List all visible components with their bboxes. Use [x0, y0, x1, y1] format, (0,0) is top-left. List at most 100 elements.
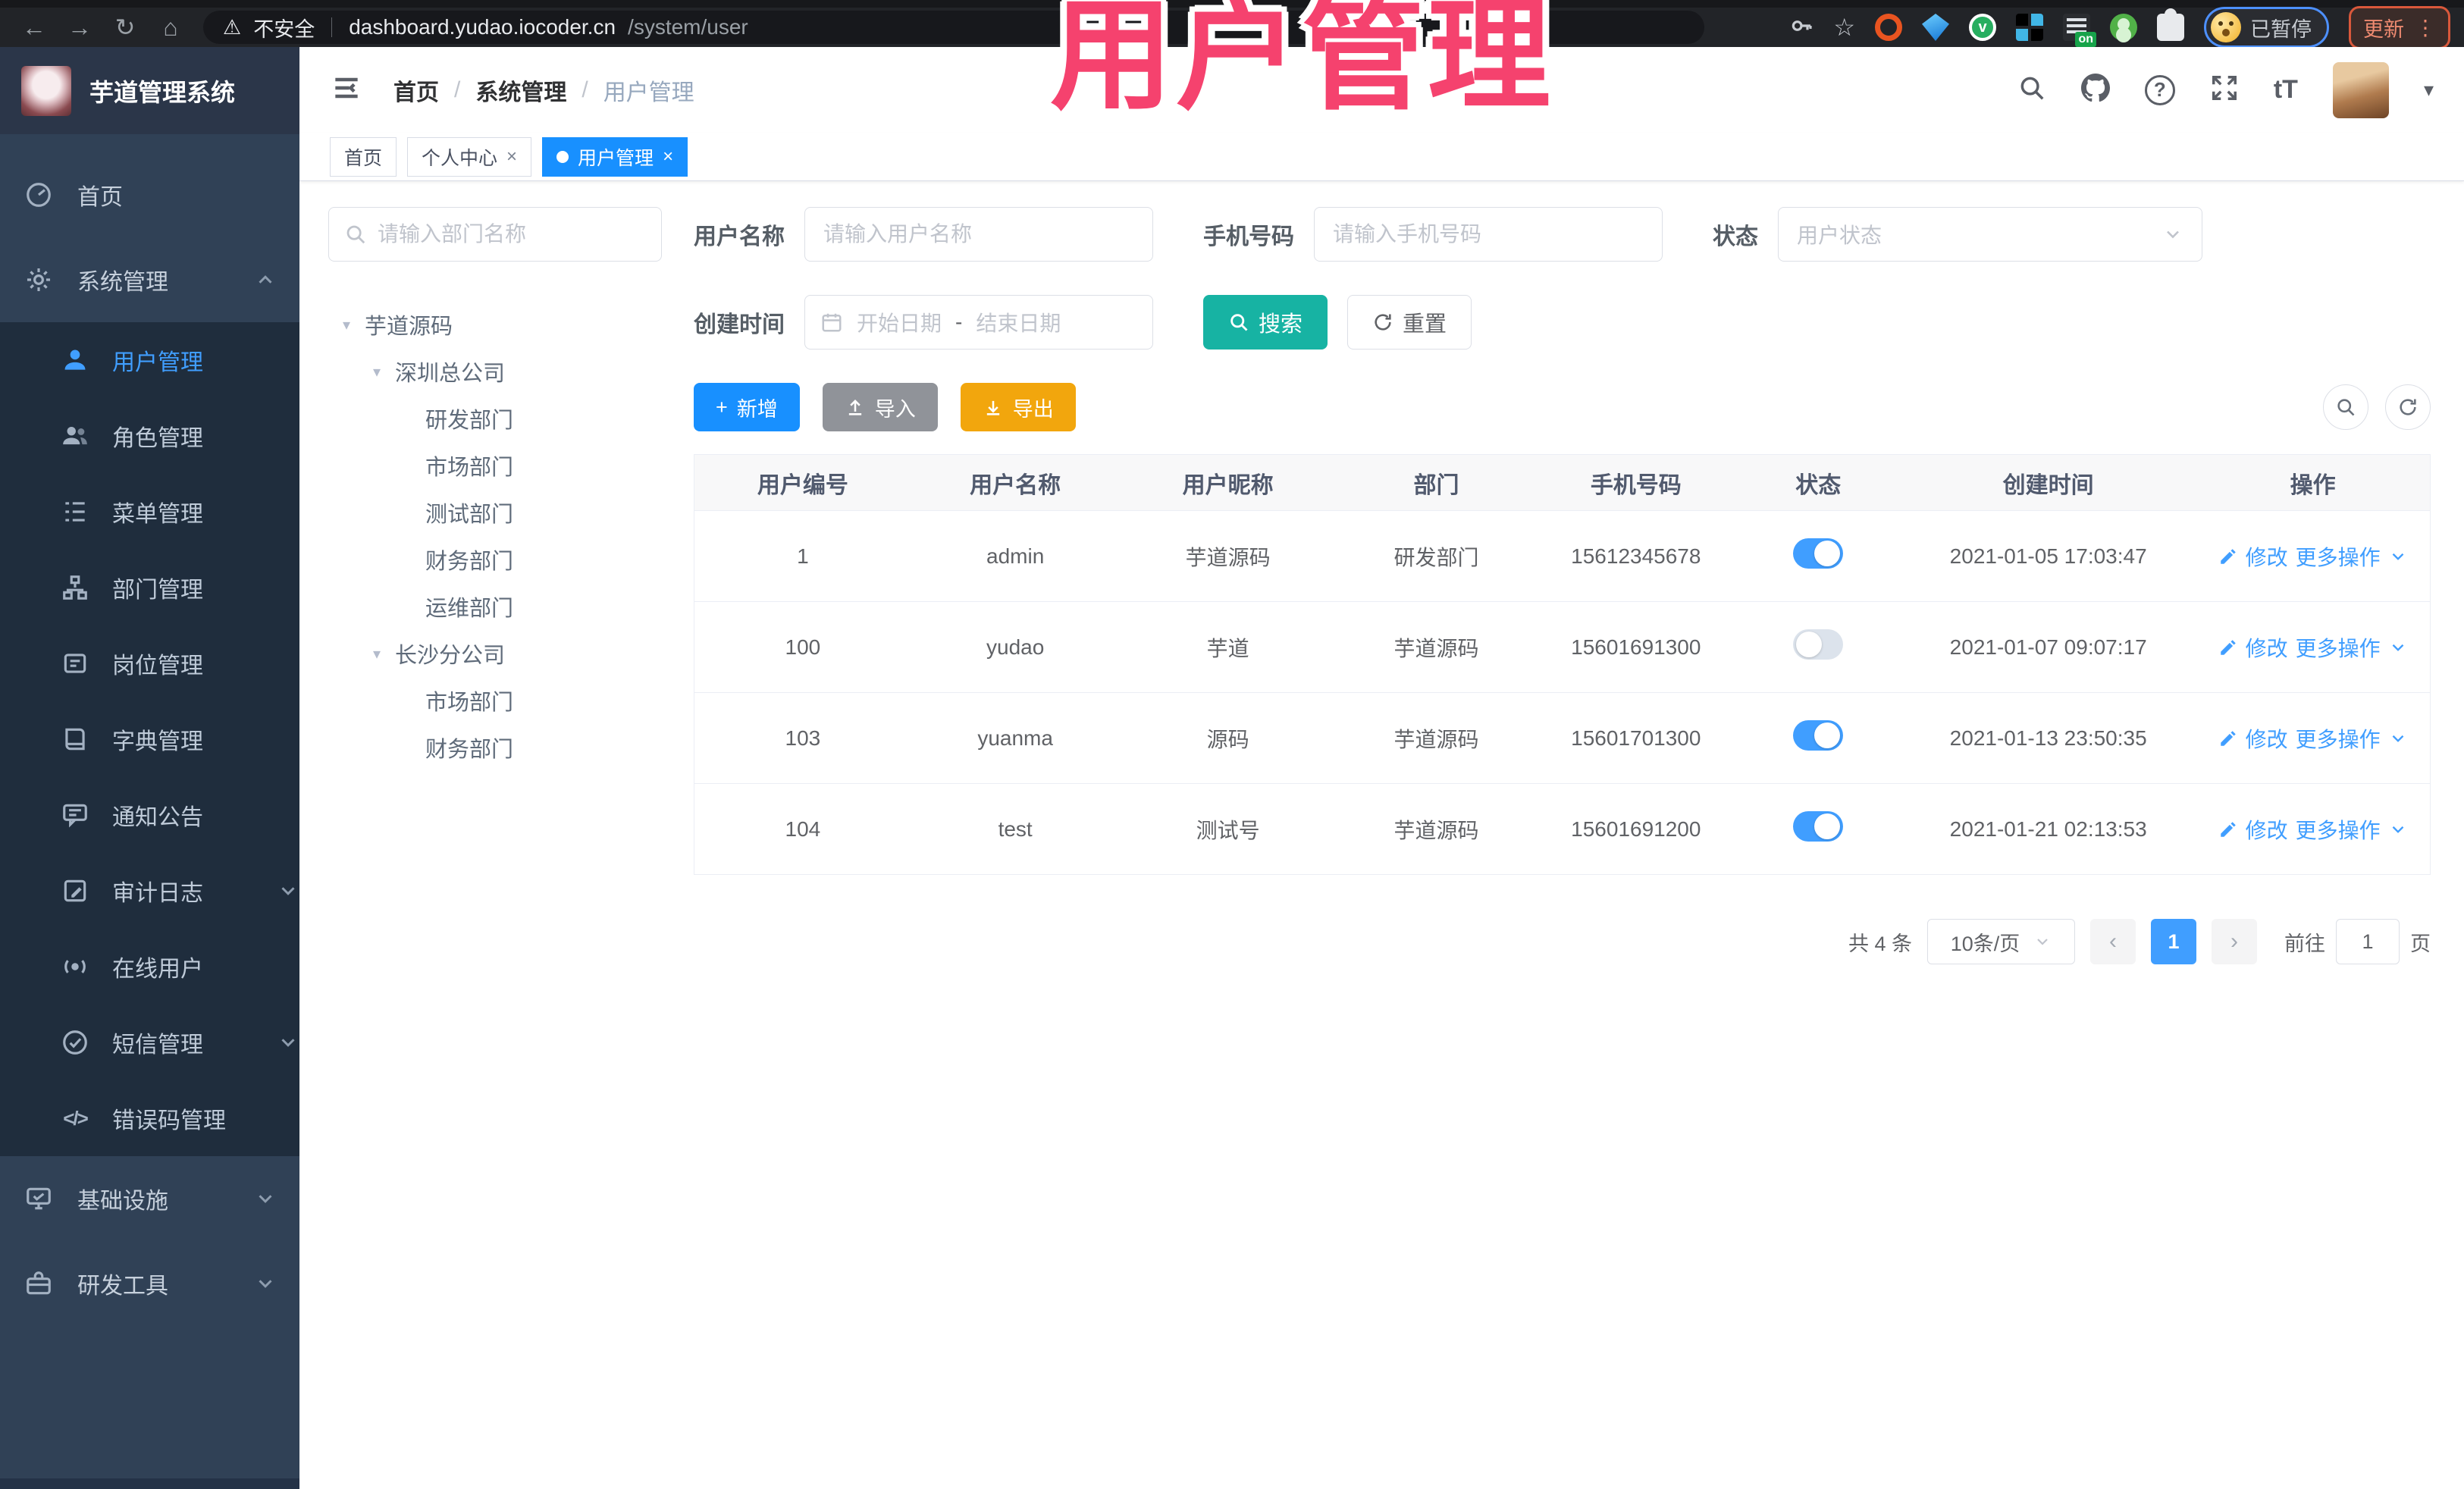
tree-node[interactable]: 财务部门	[328, 536, 662, 583]
sidebar-item-devtools[interactable]: 研发工具	[0, 1241, 299, 1326]
user-icon	[59, 344, 91, 376]
sidebar-item-notice[interactable]: 通知公告	[0, 777, 299, 853]
page-number-button[interactable]: 1	[2151, 919, 2196, 964]
page-unit-label: 页	[2410, 932, 2431, 955]
close-icon[interactable]: ×	[663, 146, 673, 168]
export-button[interactable]: 导出	[960, 383, 1076, 431]
sidebar-item-audit-log[interactable]: 审计日志	[0, 853, 299, 929]
extension-icon-orange[interactable]	[1875, 14, 1902, 41]
tree-expand-icon[interactable]: ▾	[337, 315, 356, 334]
sidebar-item-error-codes[interactable]: </> 错误码管理	[0, 1080, 299, 1156]
sidebar-item-home[interactable]: 首页	[0, 152, 299, 237]
search-button[interactable]: 搜索	[1203, 295, 1328, 350]
user-avatar[interactable]	[2332, 61, 2389, 118]
tree-node[interactable]: 市场部门	[328, 442, 662, 489]
font-size-icon[interactable]: tT	[2274, 75, 2298, 105]
back-icon[interactable]: ←	[14, 8, 55, 47]
tree-node[interactable]: 研发部门	[328, 395, 662, 442]
chevron-down-icon[interactable]	[2388, 729, 2408, 748]
edit-link[interactable]: 修改	[2246, 632, 2288, 663]
tree-node[interactable]: 财务部门	[328, 724, 662, 771]
status-toggle[interactable]	[1793, 538, 1844, 569]
check-circle-icon	[59, 1027, 91, 1058]
sidebar-item-infrastructure[interactable]: 基础设施	[0, 1156, 299, 1241]
hamburger-icon[interactable]	[330, 71, 363, 108]
sidebar-item-roles[interactable]: 角色管理	[0, 398, 299, 474]
tab-home[interactable]: 首页	[330, 136, 397, 177]
sidebar-item-depts[interactable]: 部门管理	[0, 550, 299, 625]
breadcrumb-home[interactable]: 首页	[393, 74, 439, 107]
browser-update-button[interactable]: 更新 ⋮	[2349, 5, 2450, 49]
chevron-down-icon[interactable]	[2388, 820, 2408, 839]
reload-icon[interactable]: ↻	[105, 8, 146, 47]
help-icon[interactable]: ?	[2144, 74, 2175, 105]
extensions-puzzle-icon[interactable]	[2157, 8, 2184, 41]
extension-icon-squares[interactable]	[2016, 14, 2043, 41]
status-toggle[interactable]	[1793, 811, 1844, 842]
more-actions-link[interactable]: 更多操作	[2296, 814, 2381, 845]
extension-icon-green[interactable]: v	[1969, 14, 1996, 41]
tab-profile[interactable]: 个人中心 ×	[407, 136, 532, 177]
sidebar-item-sms[interactable]: 短信管理	[0, 1005, 299, 1080]
app-title: 芋道管理系统	[89, 78, 236, 106]
mobile-input[interactable]	[1314, 207, 1663, 262]
department-search-input[interactable]	[378, 222, 646, 246]
department-search[interactable]	[328, 207, 662, 262]
status-toggle[interactable]	[1793, 720, 1844, 751]
export-button-label: 导出	[1012, 397, 1054, 421]
status-select[interactable]: 用户状态	[1778, 207, 2202, 262]
tree-node[interactable]: 测试部门	[328, 489, 662, 536]
breadcrumb-system[interactable]: 系统管理	[475, 74, 566, 107]
reset-button[interactable]: 重置	[1347, 295, 1472, 350]
edit-link[interactable]: 修改	[2246, 723, 2288, 754]
more-actions-link[interactable]: 更多操作	[2296, 541, 2381, 572]
tree-node[interactable]: 市场部门	[328, 677, 662, 724]
search-icon[interactable]	[2017, 74, 2046, 106]
close-icon[interactable]: ×	[506, 146, 517, 168]
next-page-button[interactable]: ›	[2212, 919, 2257, 964]
edit-link[interactable]: 修改	[2246, 541, 2288, 572]
column-header: 手机号码	[1536, 454, 1736, 511]
status-toggle[interactable]	[1793, 629, 1844, 660]
tree-node[interactable]: 运维部门	[328, 583, 662, 630]
fullscreen-icon[interactable]	[2210, 74, 2239, 106]
bookmark-star-icon[interactable]: ☆	[1833, 13, 1855, 42]
extension-icon-gem[interactable]	[1922, 14, 1949, 41]
sidebar-item-users[interactable]: 用户管理	[0, 322, 299, 398]
sidebar-item-dict[interactable]: 字典管理	[0, 701, 299, 777]
prev-page-button[interactable]: ‹	[2090, 919, 2136, 964]
avatar-caret-icon[interactable]: ▾	[2424, 78, 2434, 102]
show-search-toggle-button[interactable]	[2323, 384, 2368, 430]
edit-link[interactable]: 修改	[2246, 814, 2288, 845]
forward-icon[interactable]: →	[59, 8, 100, 47]
page-size-select[interactable]: 10条/页	[1927, 919, 2075, 964]
home-icon[interactable]: ⌂	[150, 8, 191, 47]
tab-user-management[interactable]: 用户管理 ×	[542, 136, 688, 177]
refresh-table-button[interactable]	[2385, 384, 2431, 430]
sidebar-item-online-users[interactable]: 在线用户	[0, 929, 299, 1005]
sidebar-item-posts[interactable]: 岗位管理	[0, 625, 299, 701]
chevron-down-icon[interactable]	[2388, 547, 2408, 566]
app-logo[interactable]: 芋道管理系统	[0, 47, 299, 134]
sidebar-item-menus[interactable]: 菜单管理	[0, 474, 299, 550]
date-range-picker[interactable]: 开始日期 - 结束日期	[804, 295, 1153, 350]
tree-node[interactable]: ▾ 芋道源码	[328, 301, 662, 348]
github-icon[interactable]	[2080, 74, 2110, 106]
import-button[interactable]: 导入	[822, 383, 938, 431]
more-actions-link[interactable]: 更多操作	[2296, 632, 2381, 663]
extension-icon-switchy[interactable]: on	[2063, 14, 2096, 47]
tree-expand-icon[interactable]: ▾	[368, 644, 386, 663]
tree-node[interactable]: ▾ 长沙分公司	[328, 630, 662, 677]
extension-icon-person[interactable]	[2110, 14, 2137, 41]
chevron-down-icon	[2037, 939, 2049, 945]
tree-expand-icon[interactable]: ▾	[368, 362, 386, 381]
goto-page-input[interactable]	[2336, 919, 2400, 964]
browser-profile-button[interactable]: 已暂停	[2204, 7, 2329, 48]
chevron-down-icon[interactable]	[2388, 638, 2408, 657]
username-input[interactable]	[804, 207, 1153, 262]
more-actions-link[interactable]: 更多操作	[2296, 723, 2381, 754]
password-key-icon[interactable]	[1789, 14, 1814, 42]
sidebar-item-system[interactable]: 系统管理	[0, 237, 299, 322]
add-button[interactable]: + 新增	[694, 383, 800, 431]
tree-node[interactable]: ▾ 深圳总公司	[328, 348, 662, 395]
